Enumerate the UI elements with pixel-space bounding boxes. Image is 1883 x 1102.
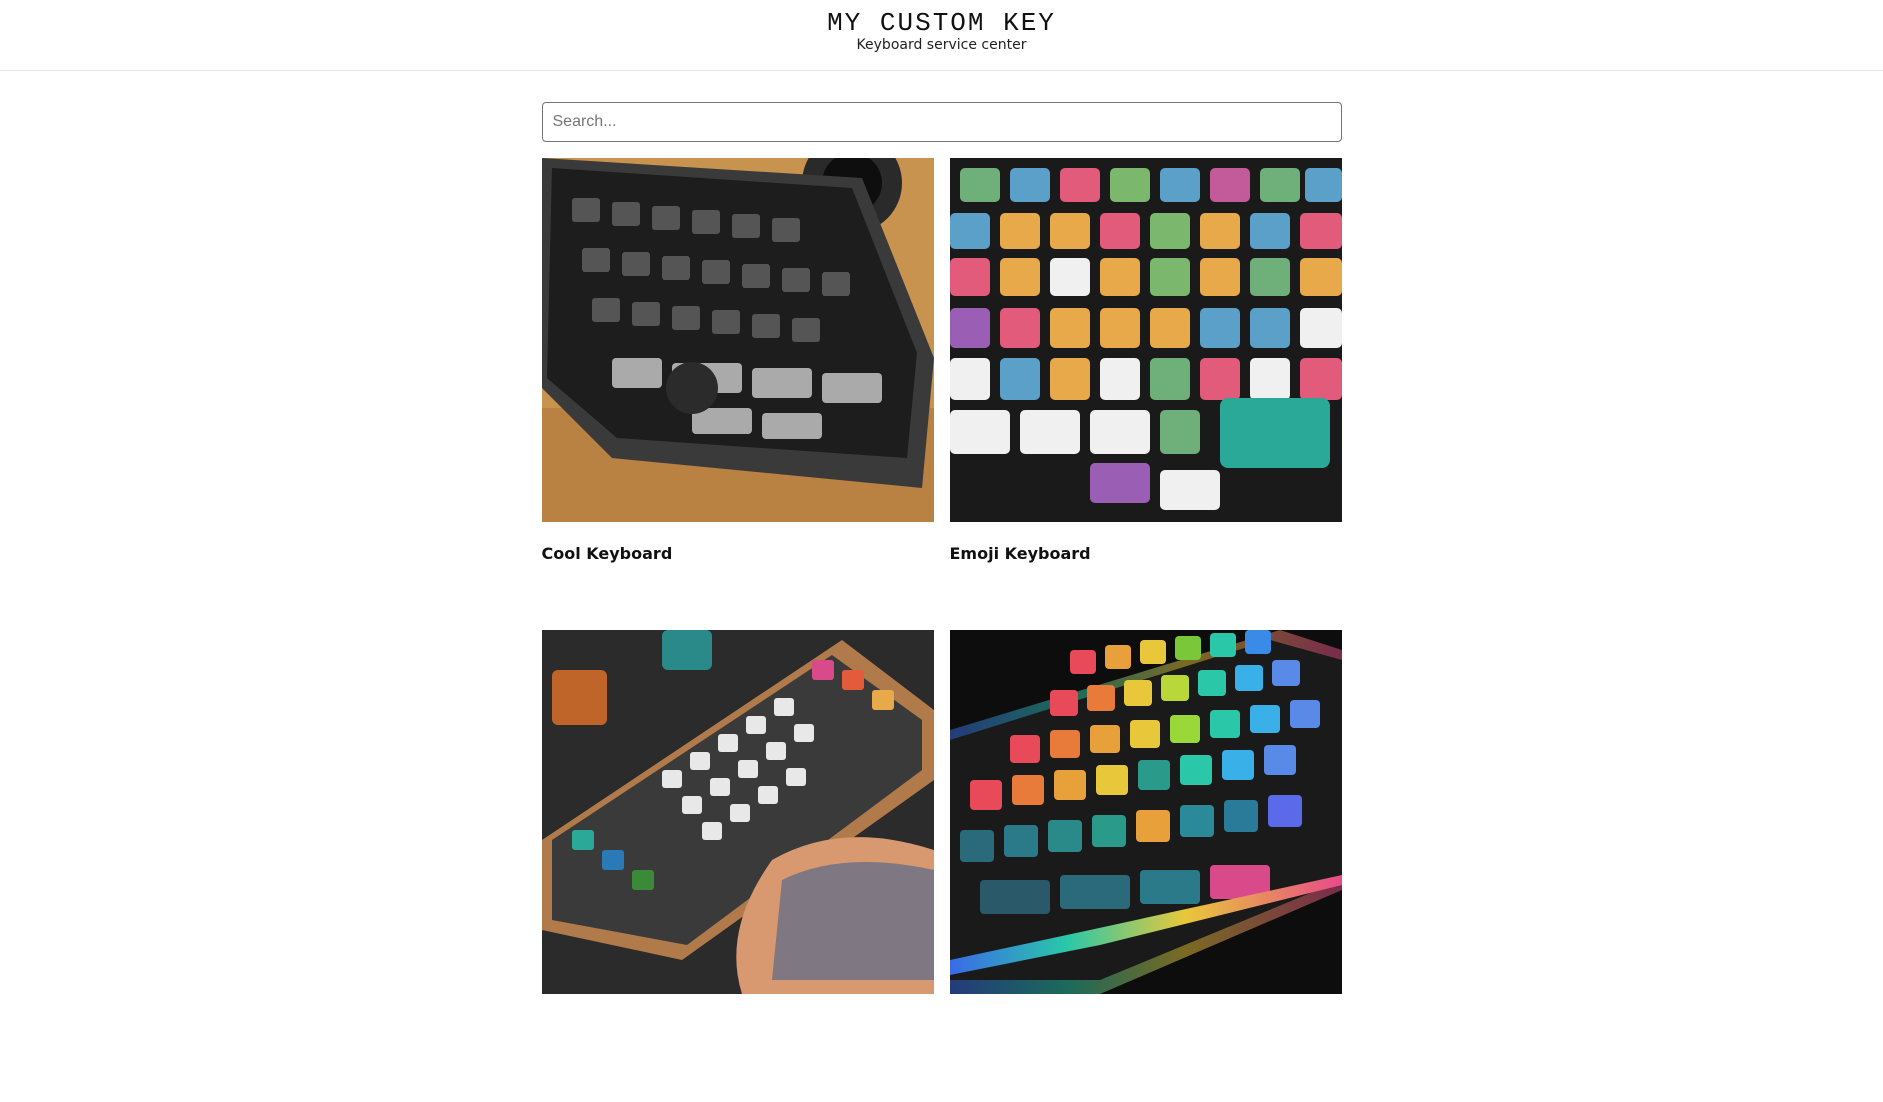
site-logo-text[interactable]: MY CUSTOM KEY	[0, 9, 1883, 37]
product-image[interactable]	[949, 630, 1342, 994]
site-header: MY CUSTOM KEY Keyboard service center	[0, 0, 1883, 71]
product-title[interactable]: Emoji Keyboard	[950, 544, 1342, 564]
product-title[interactable]: Cool Keyboard	[542, 544, 934, 564]
product-grid: Cool Keyboard Emoji Keyboard	[541, 158, 1342, 1102]
site-tagline: Keyboard service center	[856, 37, 1027, 53]
product-image[interactable]	[949, 158, 1342, 522]
product-card[interactable]	[541, 630, 934, 1102]
product-image[interactable]	[541, 158, 934, 522]
product-card[interactable]	[949, 630, 1342, 1102]
product-card[interactable]: Emoji Keyboard	[949, 158, 1342, 630]
main-content: Cool Keyboard	[541, 71, 1342, 1102]
search-input[interactable]	[541, 102, 1342, 142]
product-image[interactable]	[541, 630, 934, 994]
product-card[interactable]: Cool Keyboard	[541, 158, 934, 630]
